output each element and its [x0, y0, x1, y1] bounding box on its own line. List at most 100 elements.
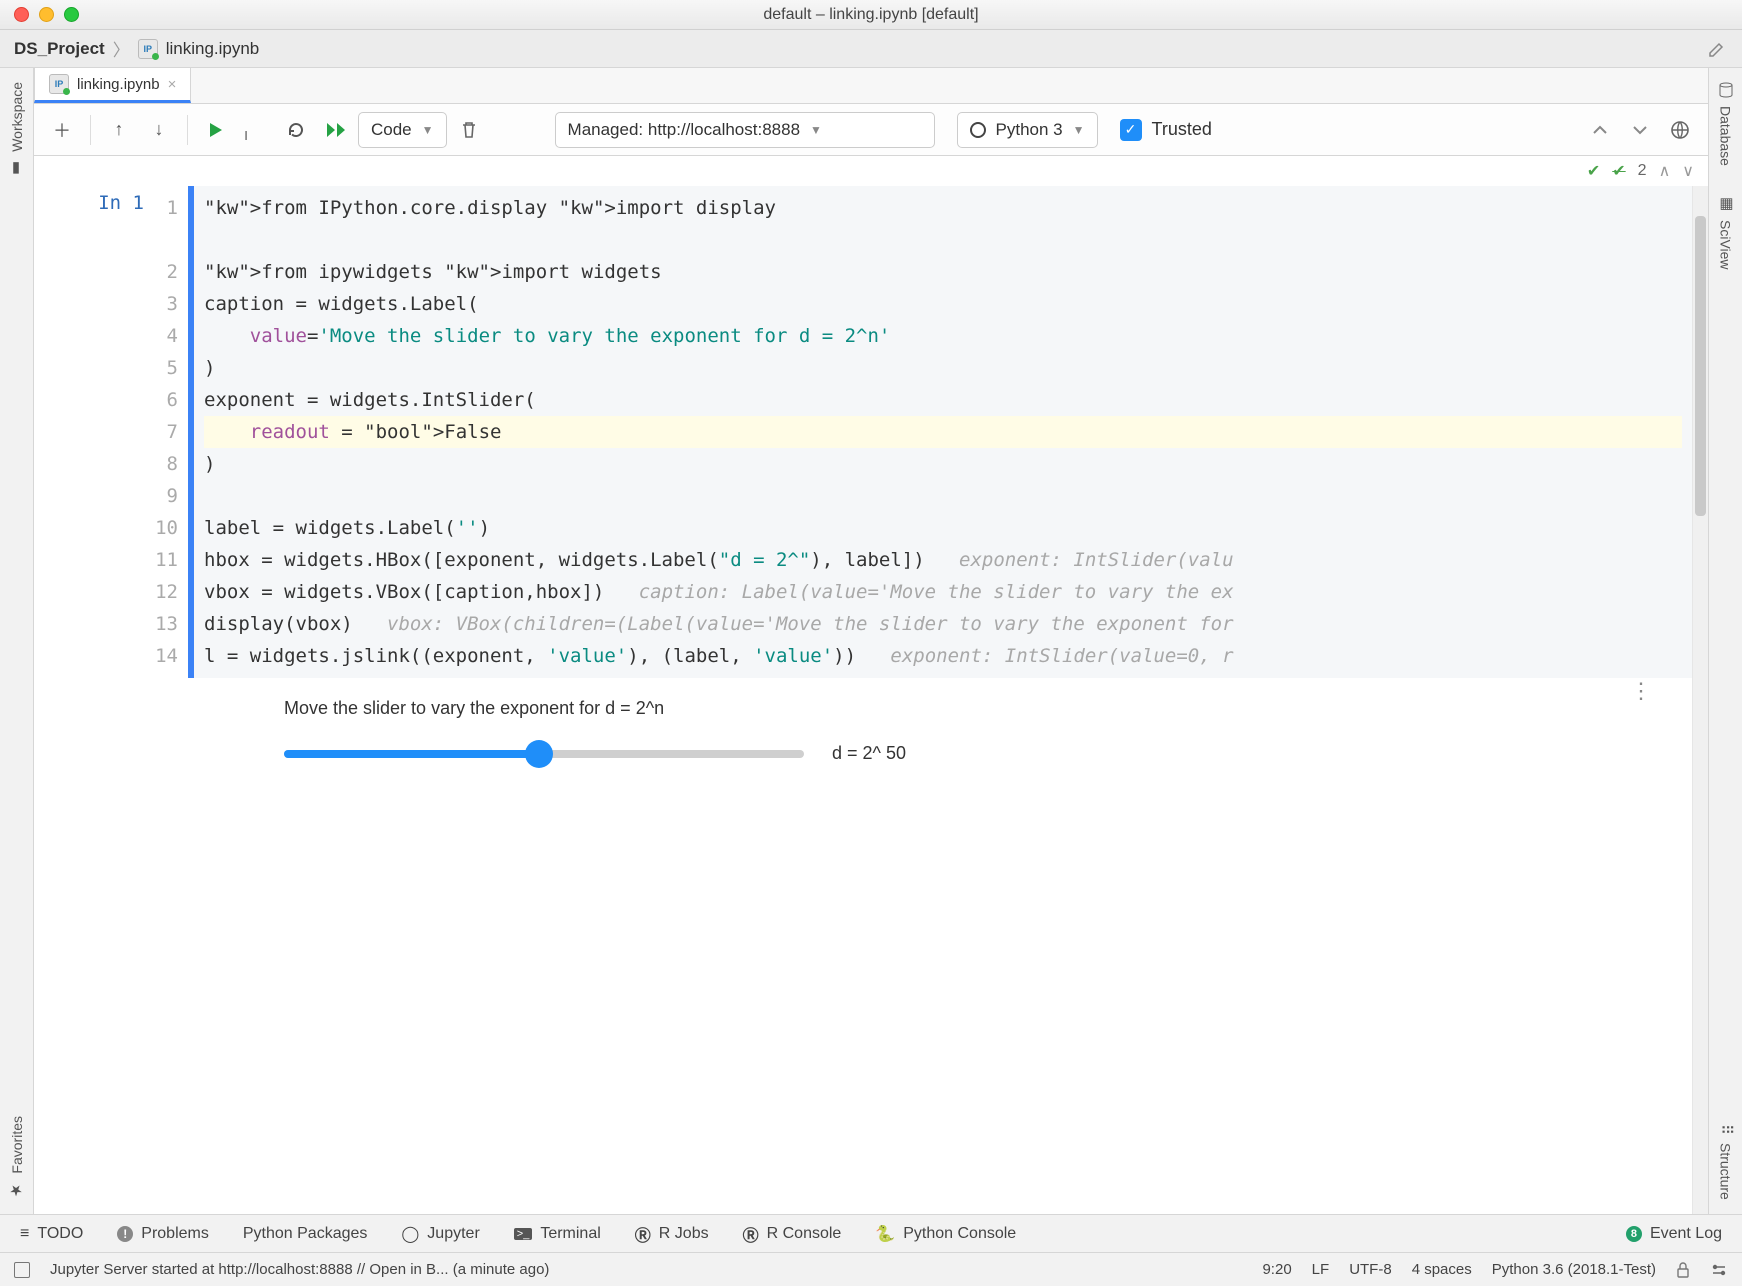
tool-window-icon[interactable]: [14, 1262, 30, 1278]
r-icon: Ⓡ: [743, 1222, 759, 1246]
workspace-label: Workspace: [9, 82, 25, 152]
problems-tab[interactable]: !Problems: [117, 1225, 209, 1243]
prev-highlight-icon[interactable]: ∧: [1659, 161, 1671, 181]
r-jobs-tab[interactable]: ⓇR Jobs: [635, 1222, 709, 1246]
star-icon: ★: [8, 1182, 26, 1200]
database-label: Database: [1718, 106, 1734, 166]
browser-icon[interactable]: [1662, 112, 1698, 148]
cell-prompt: In 1: [74, 186, 144, 678]
breadcrumb-file[interactable]: linking.ipynb: [166, 39, 260, 59]
structure-tool-tab[interactable]: ⠿ Structure: [1713, 1110, 1739, 1214]
add-cell-button[interactable]: ＋: [44, 112, 80, 148]
tab-label: linking.ipynb: [77, 76, 160, 93]
left-tool-strip: ▮ Workspace ★ Favorites: [0, 68, 34, 1214]
delete-cell-button[interactable]: [451, 112, 487, 148]
move-up-button[interactable]: ↑: [101, 112, 137, 148]
event-icon: 8: [1626, 1226, 1642, 1242]
terminal-icon: >_: [514, 1228, 533, 1240]
jupyter-file-icon: IP: [49, 74, 69, 94]
structure-label: Structure: [1718, 1143, 1734, 1200]
inspection-ok-icon[interactable]: ✔: [1587, 161, 1600, 181]
r-icon: Ⓡ: [635, 1222, 651, 1246]
status-message: Jupyter Server started at http://localho…: [50, 1261, 549, 1278]
jupyter-tab[interactable]: ◯Jupyter: [401, 1224, 479, 1244]
todo-tab[interactable]: ≡TODO: [20, 1225, 83, 1243]
chevron-down-icon: ▼: [422, 123, 434, 137]
terminal-tab[interactable]: >_Terminal: [514, 1225, 601, 1243]
trusted-toggle[interactable]: ✓ Trusted: [1120, 119, 1212, 141]
python-console-tab[interactable]: 🐍Python Console: [875, 1224, 1016, 1244]
list-icon: ≡: [20, 1225, 29, 1243]
breadcrumb: DS_Project 〉 IP linking.ipynb: [0, 30, 1742, 68]
inspection-count: 2: [1638, 162, 1647, 180]
vertical-scrollbar[interactable]: [1692, 186, 1708, 1214]
jupyter-icon: ◯: [401, 1224, 419, 1244]
editor-tabs: IP linking.ipynb ×: [34, 68, 1708, 104]
ide-settings-icon[interactable]: [1710, 1261, 1728, 1279]
check-icon: ✓: [1120, 119, 1142, 141]
info-icon: !: [117, 1226, 133, 1242]
event-log-tab[interactable]: 8Event Log: [1626, 1225, 1722, 1243]
cell-type-select[interactable]: Code ▼: [358, 112, 447, 148]
indent-setting[interactable]: 4 spaces: [1412, 1261, 1472, 1278]
lock-icon[interactable]: [1676, 1262, 1690, 1278]
cell-output: ⋮ Move the slider to vary the exponent f…: [34, 678, 1692, 774]
close-tab-icon[interactable]: ×: [168, 76, 177, 93]
expand-up-button[interactable]: [1582, 112, 1618, 148]
kernel-label: Python 3: [996, 120, 1063, 140]
kernel-select[interactable]: Python 3 ▼: [957, 112, 1098, 148]
inspection-strip: ✔ ✔ 2 ∧ ∨: [34, 156, 1708, 186]
sciview-label: SciView: [1718, 220, 1734, 270]
notebook-body: In 1 1 234567891011121314 "kw">from IPyt…: [34, 186, 1692, 1214]
expand-down-button[interactable]: [1622, 112, 1658, 148]
window-title: default – linking.ipynb [default]: [0, 6, 1742, 24]
workspace-tool-tab[interactable]: ▮ Workspace: [4, 68, 30, 192]
output-label-value: d = 2^ 50: [832, 743, 906, 764]
next-highlight-icon[interactable]: ∨: [1682, 161, 1694, 181]
run-cursor-icon: I: [228, 118, 264, 154]
sciview-tool-tab[interactable]: ▦ SciView: [1713, 180, 1739, 284]
server-select[interactable]: Managed: http://localhost:8888 ▼: [555, 112, 935, 148]
file-encoding[interactable]: UTF-8: [1349, 1261, 1392, 1278]
chevron-down-icon: ▼: [1073, 123, 1085, 137]
edit-config-icon[interactable]: [1706, 38, 1728, 60]
restart-button[interactable]: [278, 112, 314, 148]
code-cell[interactable]: In 1 1 234567891011121314 "kw">from IPyt…: [34, 186, 1692, 678]
structure-icon: ⠿: [1717, 1124, 1735, 1135]
trusted-label: Trusted: [1152, 119, 1212, 140]
jupyter-file-icon: IP: [138, 39, 158, 59]
line-gutter: 1 234567891011121314: [144, 186, 188, 678]
database-tool-tab[interactable]: Database: [1714, 68, 1738, 180]
chevron-down-icon: ▼: [810, 123, 822, 137]
cursor-position[interactable]: 9:20: [1262, 1261, 1291, 1278]
bottom-tool-tabs: ≡TODO !Problems Python Packages ◯Jupyter…: [0, 1214, 1742, 1252]
int-slider[interactable]: [284, 750, 804, 758]
code-editor[interactable]: "kw">from IPython.core.display "kw">impo…: [188, 186, 1692, 678]
favorites-label: Favorites: [9, 1116, 25, 1174]
cell-type-label: Code: [371, 120, 412, 140]
slider-thumb[interactable]: [525, 740, 553, 768]
scrollbar-thumb[interactable]: [1695, 216, 1706, 516]
chevron-right-icon: 〉: [113, 36, 130, 61]
server-label: Managed: http://localhost:8888: [568, 120, 801, 140]
database-icon: [1718, 82, 1734, 98]
status-bar: Jupyter Server started at http://localho…: [0, 1252, 1742, 1286]
breadcrumb-project[interactable]: DS_Project: [14, 39, 105, 59]
r-console-tab[interactable]: ⓇR Console: [743, 1222, 842, 1246]
inspection-weak-icon: ✔: [1612, 161, 1625, 181]
notebook-toolbar: ＋ ↑ ↓ I Code ▼ Managed:: [34, 104, 1708, 156]
folder-icon: ▮: [8, 160, 26, 178]
move-down-button[interactable]: ↓: [141, 112, 177, 148]
output-menu-icon[interactable]: ⋮: [1630, 678, 1652, 704]
kernel-status-icon: [970, 122, 986, 138]
titlebar: default – linking.ipynb [default]: [0, 0, 1742, 30]
run-all-button[interactable]: [318, 112, 354, 148]
editor-area: IP linking.ipynb × ＋ ↑ ↓ I Code ▼: [34, 68, 1708, 1214]
favorites-tool-tab[interactable]: ★ Favorites: [4, 1102, 30, 1214]
python-packages-tab[interactable]: Python Packages: [243, 1225, 368, 1243]
interpreter[interactable]: Python 3.6 (2018.1-Test): [1492, 1261, 1656, 1278]
python-icon: 🐍: [875, 1224, 895, 1244]
line-separator[interactable]: LF: [1312, 1261, 1330, 1278]
right-tool-strip: Database ▦ SciView ⠿ Structure: [1708, 68, 1742, 1214]
tab-linking-ipynb[interactable]: IP linking.ipynb ×: [34, 67, 191, 103]
